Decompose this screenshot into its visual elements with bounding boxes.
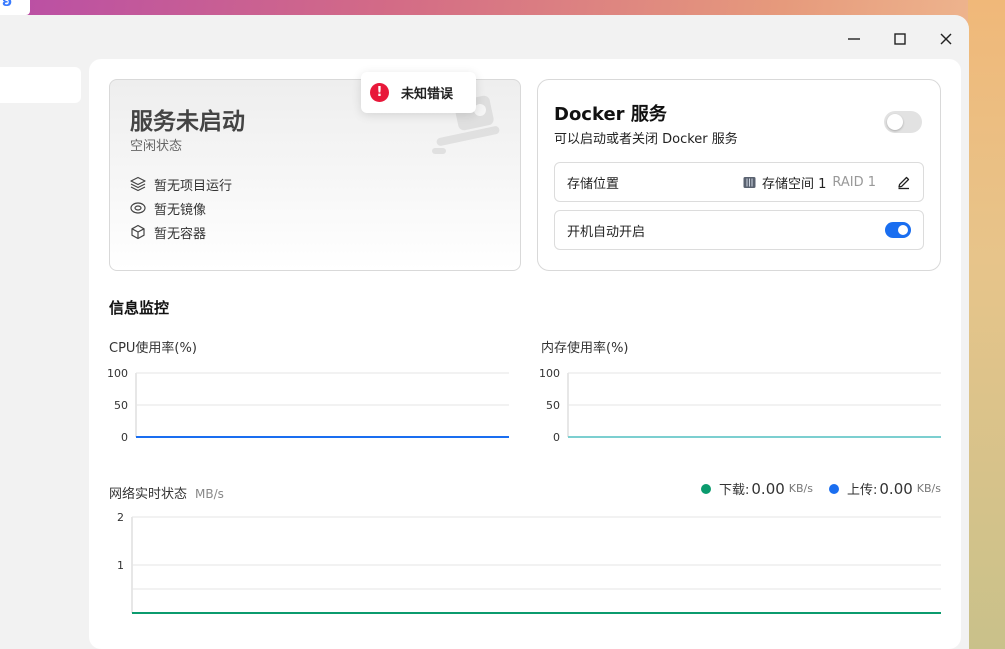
status-item-images: 暂无镜像 <box>130 196 232 220</box>
toggle-knob <box>898 225 908 235</box>
docker-service-card: Docker 服务 可以启动或者关闭 Docker 服务 存储位置 存储空间 1… <box>537 79 941 271</box>
error-icon: ! <box>370 83 389 102</box>
storage-disk-icon <box>743 176 756 188</box>
download-dot-icon <box>701 483 711 494</box>
service-status-subtitle: 空闲状态 <box>130 139 183 154</box>
layers-icon <box>130 176 146 192</box>
monitor-section-title: 信息监控 <box>109 299 170 317</box>
app-window: 服务未启动 空闲状态 暂无项目运行 暂无镜像 暂无容器 ! 未知错误 Docke… <box>0 15 969 649</box>
service-status-title: 服务未启动 <box>130 109 245 135</box>
y-tick-label: 50 <box>546 399 560 412</box>
download-label: 下载: <box>719 483 750 498</box>
y-tick-label: 0 <box>553 431 560 444</box>
error-toast: ! 未知错误 <box>361 72 476 113</box>
storage-space-name: 存储空间 1 <box>761 176 827 192</box>
network-legend: 下载: 0.00 KB/s 上传: 0.00 KB/s <box>685 479 941 498</box>
desktop-background <box>968 0 1005 649</box>
network-header: 网络实时状态 MB/s <box>109 483 224 502</box>
network-title: 网络实时状态 <box>109 487 188 502</box>
storage-location-value: 存储空间 1 RAID 1 <box>743 173 911 192</box>
status-item-projects: 暂无项目运行 <box>130 172 232 196</box>
autostart-toggle[interactable] <box>885 222 911 238</box>
storage-location-label: 存储位置 <box>567 176 620 192</box>
storage-location-row: 存储位置 存储空间 1 RAID 1 <box>554 162 924 202</box>
status-item-label: 暂无容器 <box>154 226 207 242</box>
download-unit: KB/s <box>788 482 813 495</box>
y-tick-label: 50 <box>114 399 128 412</box>
sidebar-selected-item[interactable] <box>0 67 81 103</box>
docker-panel: 服务未启动 空闲状态 暂无项目运行 暂无镜像 暂无容器 ! 未知错误 Docke… <box>89 59 961 649</box>
docker-service-toggle[interactable] <box>884 111 922 133</box>
minimize-icon <box>848 38 860 40</box>
status-list: 暂无项目运行 暂无镜像 暂无容器 <box>130 172 232 244</box>
y-tick-label: 0 <box>121 431 128 444</box>
storage-raid-level: RAID 1 <box>832 174 876 190</box>
upload-unit: KB/s <box>916 482 941 495</box>
minimize-button[interactable] <box>842 27 866 51</box>
cube-icon <box>131 224 145 240</box>
y-tick-label: 100 <box>107 367 128 380</box>
legend-upload: 上传: 0.00 KB/s <box>829 479 941 498</box>
status-item-label: 暂无镜像 <box>154 202 207 218</box>
disc-icon <box>130 202 146 214</box>
status-item-label: 暂无项目运行 <box>154 178 233 194</box>
download-value: 0.00 <box>751 479 785 498</box>
maximize-icon <box>894 33 906 45</box>
error-toast-text: 未知错误 <box>401 87 454 102</box>
close-button[interactable] <box>934 27 958 51</box>
upload-dot-icon <box>829 483 839 494</box>
cpu-chart-label: CPU使用率(%) <box>109 341 197 356</box>
network-chart: 21 <box>117 511 941 614</box>
maximize-button[interactable] <box>888 27 912 51</box>
legend-download: 下载: 0.00 KB/s <box>701 479 813 498</box>
y-tick-label: 1 <box>117 559 124 572</box>
app-logo: ʚ <box>0 0 30 15</box>
status-item-containers: 暂无容器 <box>130 220 232 244</box>
cpu-usage-chart: 100 50 0 <box>107 367 509 444</box>
docker-service-title: Docker 服务 <box>554 104 667 125</box>
autostart-label: 开机自动开启 <box>567 224 646 240</box>
y-tick-label: 2 <box>117 511 124 524</box>
network-unit: MB/s <box>195 487 224 501</box>
app-logo-icon: ʚ <box>2 0 13 10</box>
docker-service-subtitle: 可以启动或者关闭 Docker 服务 <box>554 132 738 147</box>
memory-chart-label: 内存使用率(%) <box>541 341 629 356</box>
memory-usage-chart: 100 50 0 <box>539 367 941 444</box>
upload-label: 上传: <box>847 483 878 498</box>
autostart-row: 开机自动开启 <box>554 210 924 250</box>
upload-value: 0.00 <box>879 479 913 498</box>
edit-icon[interactable] <box>896 175 911 190</box>
y-tick-label: 100 <box>539 367 560 380</box>
close-icon <box>940 33 952 45</box>
toggle-knob <box>887 114 903 130</box>
